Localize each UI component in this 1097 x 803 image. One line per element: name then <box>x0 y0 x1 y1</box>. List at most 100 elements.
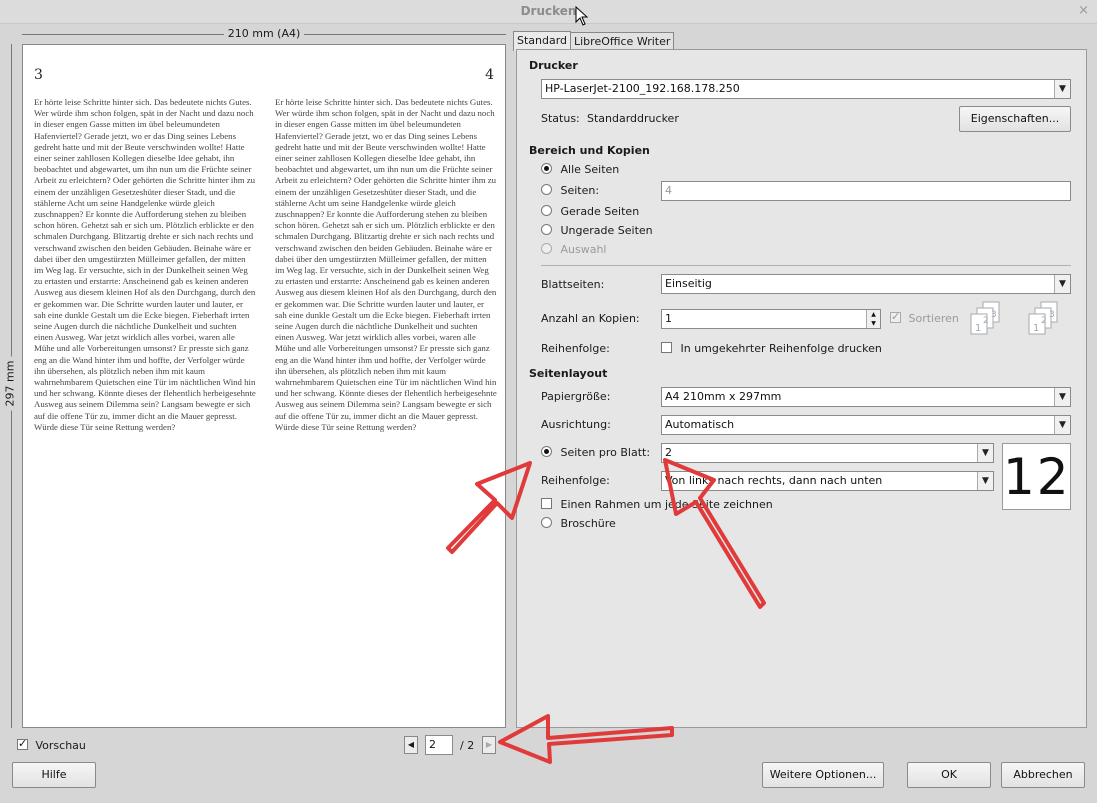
height-ruler-label: 297 mm <box>3 356 17 411</box>
pages-input-value: 4 <box>665 184 672 197</box>
svg-text:3: 3 <box>1049 310 1055 320</box>
copies-label: Anzahl an Kopien: <box>541 312 640 325</box>
brochure-radio[interactable]: Broschüre <box>541 517 616 530</box>
pages-radio[interactable]: Seiten: <box>541 184 599 197</box>
even-pages-label: Gerade Seiten <box>560 205 640 218</box>
draw-border-checkbox[interactable]: Einen Rahmen um jede Seite zeichnen <box>541 498 773 511</box>
orientation-value: Automatisch <box>665 418 735 431</box>
help-button[interactable]: Hilfe <box>12 762 96 788</box>
print-order-label: Reihenfolge: <box>541 342 610 355</box>
stepper-arrows-icon[interactable]: ▲ ▼ <box>866 310 880 328</box>
collate-sets-icon: 1 2 3 <box>1028 301 1058 335</box>
orientation-select[interactable]: Automatisch ▼ <box>661 415 1071 435</box>
preview-page-number-right: 4 <box>485 67 494 83</box>
reverse-order-label: In umgekehrter Reihenfolge drucken <box>680 342 882 355</box>
radio-selected-icon[interactable] <box>541 446 552 457</box>
width-ruler: 210 mm (A4) <box>22 26 506 42</box>
svg-text:2: 2 <box>1041 316 1047 326</box>
layout-order-value: Von links nach rechts, dann nach unten <box>665 474 883 487</box>
page-total-label: / 2 <box>460 739 475 752</box>
printer-heading: Drucker <box>529 59 578 72</box>
draw-border-label: Einen Rahmen um jede Seite zeichnen <box>560 498 773 511</box>
tab-standard[interactable]: Standard <box>513 31 572 51</box>
pages-input[interactable]: 4 <box>661 181 1071 201</box>
printer-select[interactable]: HP-LaserJet-2100_192.168.178.250 ▼ <box>541 79 1071 99</box>
reverse-order-checkbox[interactable]: In umgekehrter Reihenfolge drucken <box>661 342 882 355</box>
show-preview-checkbox[interactable]: Vorschau <box>17 737 86 752</box>
odd-pages-radio[interactable]: Ungerade Seiten <box>541 224 653 237</box>
printer-status-label: Status: <box>541 112 580 125</box>
selection-label: Auswahl <box>560 243 607 256</box>
odd-pages-label: Ungerade Seiten <box>560 224 653 237</box>
all-pages-label: Alle Seiten <box>560 163 620 176</box>
pages-per-sheet-value: 2 <box>665 446 672 459</box>
pages-label: Seiten: <box>560 184 600 197</box>
page-number-input[interactable]: 2 <box>425 735 453 755</box>
divider <box>541 265 1071 266</box>
chevron-down-icon[interactable]: ▼ <box>977 444 993 462</box>
orientation-label: Ausrichtung: <box>541 418 611 431</box>
collate-pages-icon: 1 2 3 <box>970 301 1000 335</box>
width-ruler-label: 210 mm (A4) <box>223 27 305 40</box>
pages-per-sheet-radio[interactable]: Seiten pro Blatt: <box>541 446 650 459</box>
layout-order-select[interactable]: Von links nach rechts, dann nach unten ▼ <box>661 471 994 491</box>
svg-text:1: 1 <box>975 323 981 334</box>
title-bar: Drucken × <box>0 0 1097 24</box>
all-pages-radio[interactable]: Alle Seiten <box>541 163 619 176</box>
chevron-down-icon[interactable]: ▼ <box>1054 80 1070 98</box>
chevron-down-icon[interactable]: ▼ <box>1054 388 1070 406</box>
checkbox-icon[interactable] <box>661 342 672 353</box>
svg-text:3: 3 <box>991 310 997 320</box>
pages-per-sheet-select[interactable]: 2 ▼ <box>661 443 994 463</box>
layout-order-label: Reihenfolge: <box>541 474 610 487</box>
sides-label: Blattseiten: <box>541 278 605 291</box>
checkbox-checked-disabled-icon[interactable] <box>890 310 901 323</box>
chevron-down-icon[interactable]: ▼ <box>1054 275 1070 293</box>
checkbox-icon[interactable] <box>541 498 552 509</box>
printer-status-value: Standarddrucker <box>587 112 679 125</box>
page-layout-preview: 12 <box>1002 443 1071 510</box>
radio-disabled-icon[interactable] <box>541 243 552 254</box>
previous-page-button[interactable]: ◀ <box>404 736 418 754</box>
close-icon[interactable]: × <box>1078 3 1089 18</box>
preview-text-left: Er hörte leise Schritte hinter sich. Das… <box>34 97 256 432</box>
cancel-button[interactable]: Abbrechen <box>1001 762 1085 788</box>
more-options-button[interactable]: Weitere Optionen... <box>762 762 884 788</box>
printer-select-value: HP-LaserJet-2100_192.168.178.250 <box>545 82 740 95</box>
radio-icon[interactable] <box>541 224 552 235</box>
paper-size-label: Papiergröße: <box>541 390 611 403</box>
window-title: Drucken <box>520 4 577 18</box>
radio-icon[interactable] <box>541 205 552 216</box>
preview-text-right: Er hörte leise Schritte hinter sich. Das… <box>275 97 497 432</box>
sides-select[interactable]: Einseitig ▼ <box>661 274 1071 294</box>
pages-per-sheet-label: Seiten pro Blatt: <box>560 446 651 459</box>
chevron-down-icon[interactable]: ▼ <box>977 472 993 490</box>
radio-selected-icon[interactable] <box>541 163 552 174</box>
copies-stepper[interactable]: 1 ▲ ▼ <box>661 309 881 329</box>
even-pages-radio[interactable]: Gerade Seiten <box>541 205 639 218</box>
height-ruler: 297 mm <box>2 44 18 728</box>
collate-label: Sortieren <box>908 312 959 325</box>
chevron-down-icon[interactable]: ▼ <box>1054 416 1070 434</box>
checkbox-checked-icon[interactable] <box>17 737 28 750</box>
preview-page-number-left: 3 <box>34 67 43 83</box>
paper-size-select[interactable]: A4 210mm x 297mm ▼ <box>661 387 1071 407</box>
radio-icon[interactable] <box>541 517 552 528</box>
collate-checkbox[interactable]: Sortieren <box>890 310 959 325</box>
layout-heading: Seitenlayout <box>529 367 608 380</box>
sides-select-value: Einseitig <box>665 277 712 290</box>
selection-radio[interactable]: Auswahl <box>541 243 607 256</box>
paper-size-value: A4 210mm x 297mm <box>665 390 782 403</box>
printer-properties-button[interactable]: Eigenschaften... <box>959 106 1071 132</box>
ok-button[interactable]: OK <box>907 762 991 788</box>
copies-value: 1 <box>665 312 672 325</box>
next-page-button[interactable]: ▶ <box>482 736 496 754</box>
show-preview-label: Vorschau <box>35 739 86 752</box>
svg-text:2: 2 <box>983 316 989 326</box>
range-heading: Bereich und Kopien <box>529 144 650 157</box>
svg-text:1: 1 <box>1033 323 1039 334</box>
mouse-cursor-icon <box>575 6 589 26</box>
brochure-label: Broschüre <box>560 517 616 530</box>
radio-icon[interactable] <box>541 184 552 195</box>
print-preview-page: 3 4 Er hörte leise Schritte hinter sich.… <box>22 44 506 728</box>
